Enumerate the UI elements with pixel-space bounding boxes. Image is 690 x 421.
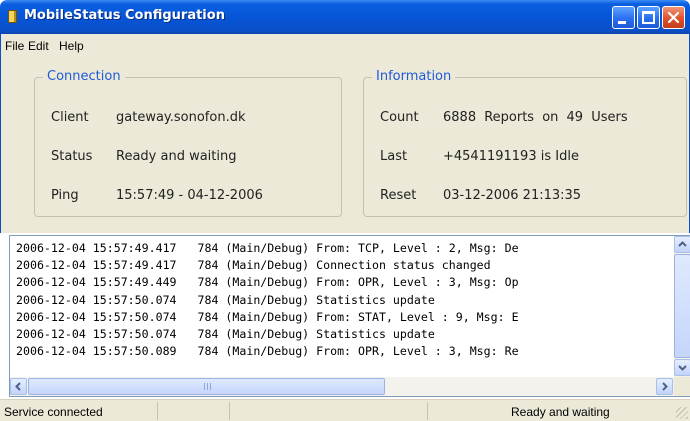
connection-legend: Connection (43, 69, 125, 84)
vertical-scrollbar[interactable] (674, 236, 690, 377)
log-view[interactable]: 2006-12-04 15:57:49.417 784 (Main/Debug)… (9, 235, 690, 397)
vertical-scroll-thumb[interactable] (674, 254, 690, 358)
ping-label: Ping (51, 188, 79, 203)
scroll-left-button[interactable] (10, 378, 27, 395)
window-title: MobileStatus Configuration (24, 8, 225, 23)
log-line: 2006-12-04 15:57:49.449 784 (Main/Debug)… (16, 275, 519, 290)
status-value: Ready and waiting (116, 149, 237, 164)
status-pane-right: Ready and waiting (428, 402, 676, 420)
close-button[interactable] (662, 6, 685, 29)
count-label: Count (380, 110, 419, 125)
menu-bar: File Edit Help (0, 34, 690, 56)
resize-grip-icon[interactable] (676, 407, 688, 419)
status-bar: Service connected Ready and waiting (0, 399, 690, 421)
scrollbar-corner (674, 377, 690, 396)
status-pane (158, 402, 230, 420)
grip-line (204, 383, 205, 390)
log-line: 2006-12-04 15:57:50.089 784 (Main/Debug)… (16, 344, 519, 359)
minimize-button[interactable] (612, 6, 635, 29)
status-pane (230, 402, 428, 420)
reset-value: 03-12-2006 21:13:35 (443, 188, 582, 203)
connection-group: Connection Client gateway.sonofon.dk Sta… (34, 69, 342, 217)
log-line: 2006-12-04 15:57:50.074 784 (Main/Debug)… (16, 327, 435, 342)
grip-line (210, 383, 211, 390)
log-lines: 2006-12-04 15:57:49.417 784 (Main/Debug)… (16, 240, 672, 374)
scroll-down-button[interactable] (674, 359, 690, 376)
client-label: Client (51, 110, 89, 125)
status-left-text: Service connected (4, 405, 103, 419)
chevron-left-icon (15, 382, 21, 391)
close-icon (667, 11, 680, 24)
information-legend: Information (372, 69, 456, 84)
menu-help[interactable]: Help (59, 39, 84, 53)
status-right-text: Ready and waiting (511, 405, 610, 419)
status-pane-left: Service connected (0, 402, 158, 420)
status-label: Status (51, 149, 93, 164)
grip-line (207, 383, 208, 390)
chevron-right-icon (662, 382, 668, 391)
information-group: Information Count 6888 Reports on 49 Use… (363, 69, 687, 217)
menu-file[interactable]: File (5, 39, 24, 53)
chevron-down-icon (678, 365, 687, 371)
app-icon[interactable] (8, 10, 17, 23)
last-label: Last (380, 149, 408, 164)
maximize-button[interactable] (637, 6, 660, 29)
log-line: 2006-12-04 15:57:49.417 784 (Main/Debug)… (16, 258, 491, 273)
scroll-up-button[interactable] (674, 236, 690, 253)
config-panel: Connection Client gateway.sonofon.dk Sta… (0, 56, 690, 233)
chevron-up-icon (678, 241, 687, 247)
title-bar[interactable]: MobileStatus Configuration (0, 0, 690, 34)
horizontal-scrollbar[interactable] (10, 377, 690, 396)
menu-edit[interactable]: Edit (28, 39, 49, 53)
log-line: 2006-12-04 15:57:50.074 784 (Main/Debug)… (16, 309, 519, 324)
reset-label: Reset (380, 188, 417, 203)
count-value: 6888 Reports on 49 Users (443, 110, 628, 125)
client-value: gateway.sonofon.dk (116, 110, 246, 125)
log-line: 2006-12-04 15:57:50.074 784 (Main/Debug)… (16, 292, 435, 307)
horizontal-scroll-thumb[interactable] (28, 378, 385, 395)
scroll-right-button[interactable] (656, 378, 673, 395)
last-value: +4541191193 is Idle (443, 149, 579, 164)
log-line: 2006-12-04 15:57:49.417 784 (Main/Debug)… (16, 241, 519, 255)
ping-value: 15:57:49 - 04-12-2006 (116, 188, 263, 203)
minimize-icon (618, 21, 626, 24)
maximize-icon (642, 11, 655, 24)
